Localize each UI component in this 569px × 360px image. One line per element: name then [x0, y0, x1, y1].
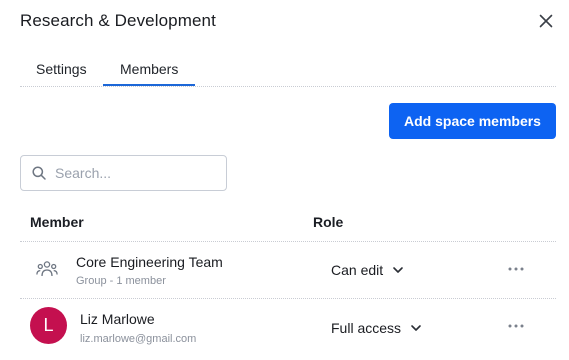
add-space-members-button[interactable]: Add space members	[389, 103, 556, 139]
search-icon	[31, 165, 47, 181]
role-label: Can edit	[331, 262, 384, 278]
member-column-header: Member	[30, 214, 84, 230]
role-dropdown[interactable]: Can edit	[331, 262, 404, 278]
avatar: L	[30, 307, 67, 344]
member-name: Core Engineering Team	[76, 254, 223, 270]
member-subtitle: Group - 1 member	[76, 275, 166, 287]
group-icon	[36, 258, 58, 280]
chevron-down-icon	[410, 322, 422, 334]
row-divider	[20, 298, 556, 299]
header-divider	[20, 241, 556, 242]
tab-bar: Settings Members	[20, 52, 556, 87]
member-name: Liz Marlowe	[80, 311, 155, 327]
tab-members[interactable]: Members	[120, 61, 178, 77]
chevron-down-icon	[392, 264, 404, 276]
close-icon[interactable]	[536, 11, 556, 31]
role-column-header: Role	[313, 214, 344, 230]
member-email: liz.marlowe@gmail.com	[80, 333, 197, 345]
more-options-icon[interactable]	[507, 266, 525, 272]
more-options-icon[interactable]	[507, 323, 525, 329]
page-title: Research & Development	[20, 11, 216, 30]
role-dropdown[interactable]: Full access	[331, 320, 422, 336]
search-field[interactable]	[20, 155, 227, 191]
tab-settings[interactable]: Settings	[36, 61, 87, 77]
search-input[interactable]	[55, 165, 215, 181]
role-label: Full access	[331, 320, 402, 336]
active-tab-indicator	[103, 84, 195, 86]
